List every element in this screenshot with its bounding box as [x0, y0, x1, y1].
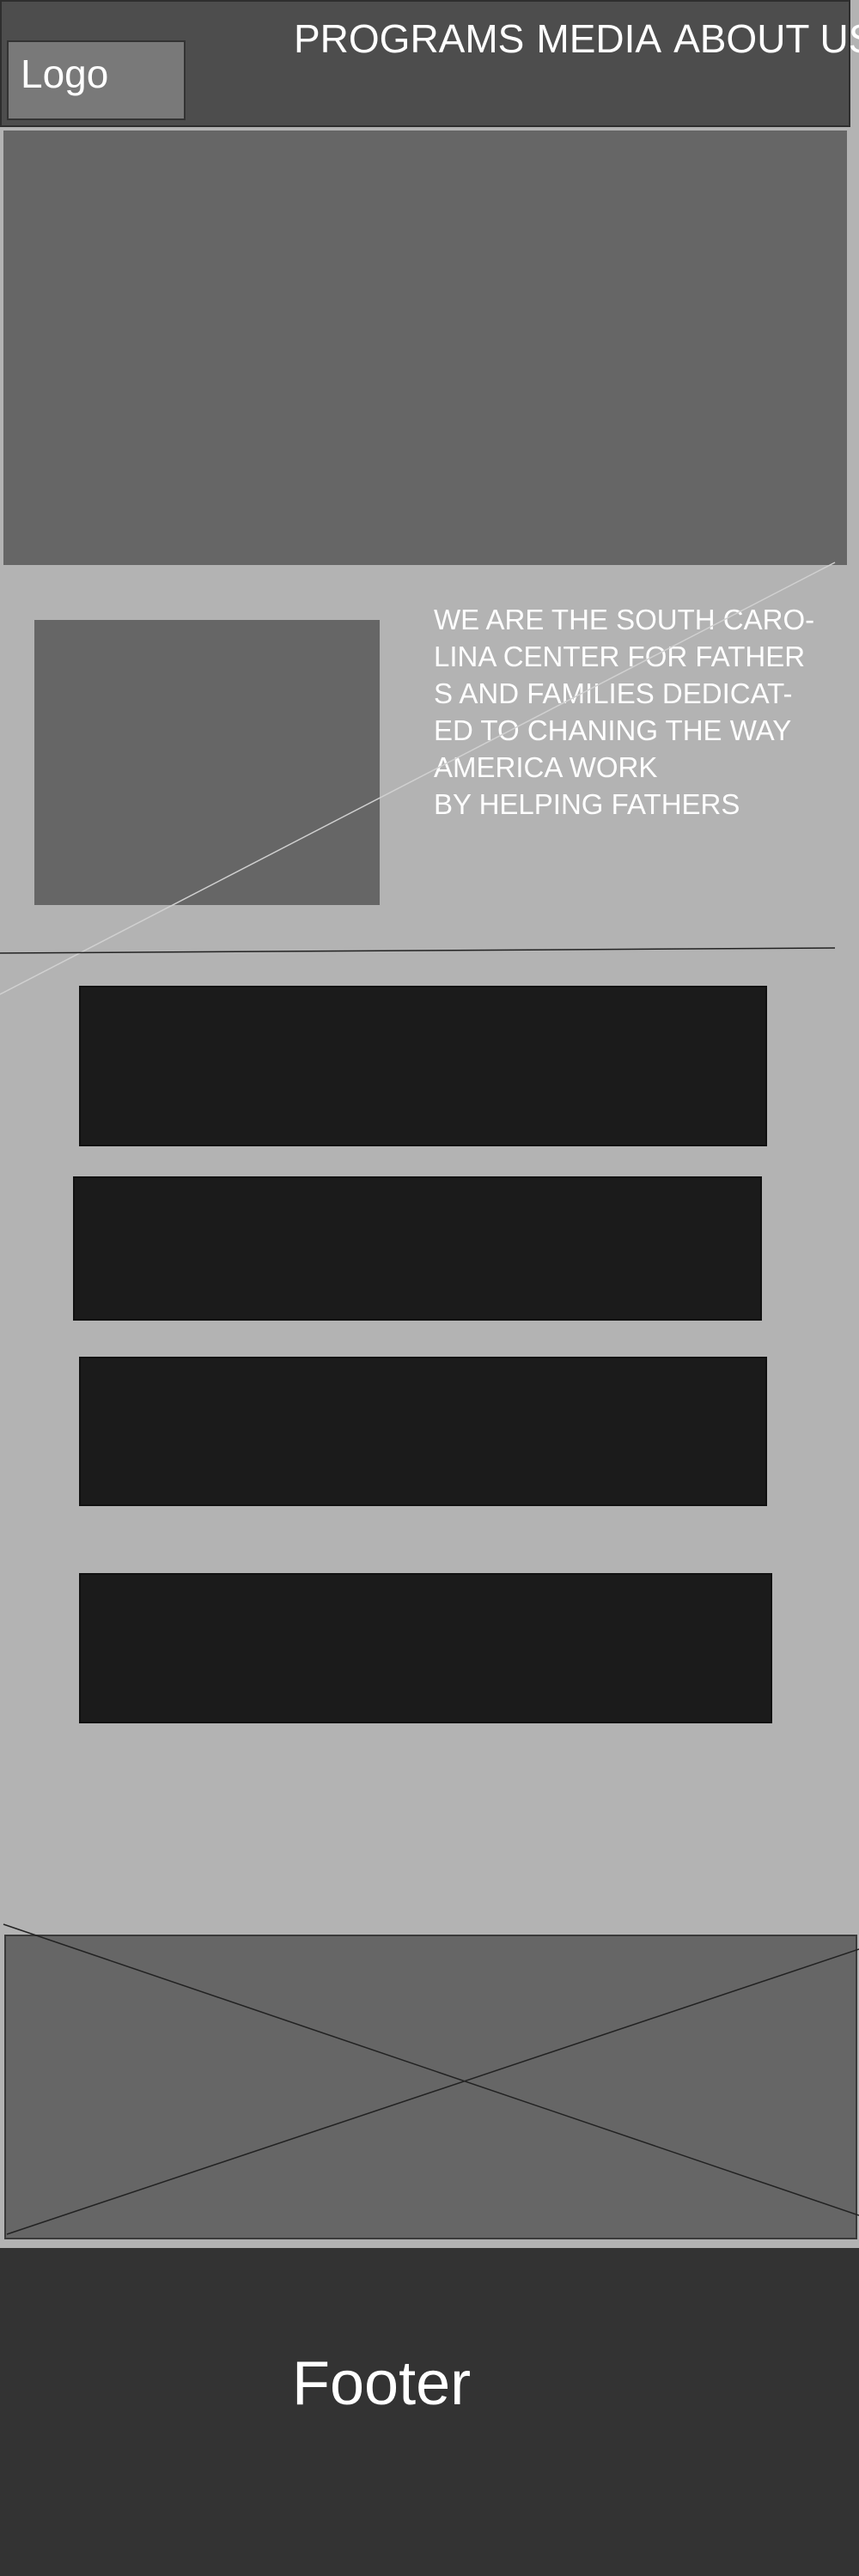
intro-text: WE ARE THE SOUTH CARO- LINA CENTER FOR F… — [434, 604, 815, 820]
banner-image-placeholder — [4, 1935, 857, 2239]
page: Logo PROGRAMS MEDIA ABOUT US WE ARE THE … — [0, 0, 859, 2576]
nav-link-about-us[interactable]: ABOUT US — [673, 19, 859, 58]
section-divider — [0, 947, 836, 954]
hero-image-placeholder — [3, 131, 847, 565]
nav-link-programs[interactable]: PROGRAMS — [294, 19, 524, 58]
content-block-1[interactable] — [79, 986, 767, 1146]
nav-link-media[interactable]: MEDIA — [536, 19, 661, 58]
content-block-3[interactable] — [79, 1357, 767, 1506]
logo[interactable]: Logo — [7, 40, 186, 120]
site-header: Logo PROGRAMS MEDIA ABOUT US — [0, 0, 859, 127]
content-block-2[interactable] — [73, 1176, 762, 1321]
footer-label: Footer — [292, 2349, 472, 2418]
logo-label: Logo — [21, 52, 109, 96]
content-block-4[interactable] — [79, 1573, 772, 1723]
intro-image-placeholder — [34, 620, 380, 905]
main-nav: PROGRAMS MEDIA ABOUT US — [294, 19, 859, 58]
